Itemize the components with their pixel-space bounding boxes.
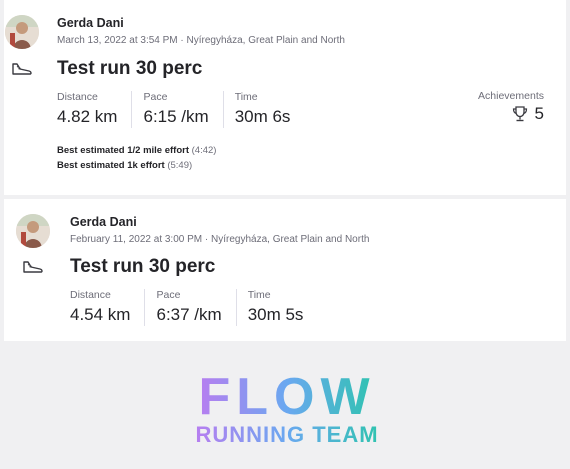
- running-shoe-icon: [12, 63, 32, 75]
- athlete-name[interactable]: Gerda Dani: [70, 215, 137, 229]
- stat-value: 4.54 km: [70, 305, 131, 324]
- stat-label: Time: [234, 91, 258, 103]
- stat-value: 30m 5s: [247, 305, 304, 324]
- achievements-count: 5: [534, 104, 544, 123]
- flow-running-team-logo: FLOW RUNNING TEAM: [195, 370, 378, 447]
- stat-distance: Distance 4.82 km: [57, 91, 131, 128]
- stat-label: Time: [247, 289, 271, 301]
- stat-pace: Pace 6:37 /km: [144, 289, 235, 326]
- running-shoe-icon: [23, 261, 43, 273]
- best-effort-value: (4:42): [191, 145, 217, 156]
- activity-meta: February 11, 2022 at 3:00 PM · Nyíregyhá…: [70, 234, 370, 245]
- stat-label: Distance: [70, 289, 111, 301]
- stat-label: Pace: [156, 289, 181, 301]
- stat-time: Time 30m 6s: [222, 91, 305, 128]
- stat-label: Distance: [57, 91, 98, 103]
- stat-value: 6:37 /km: [156, 305, 222, 324]
- best-effort[interactable]: Best estimated 1/2 mile effort (4:42): [57, 145, 216, 156]
- stat-label: Pace: [143, 91, 168, 103]
- logo-line1: FLOW: [198, 370, 375, 426]
- activity-stats: Distance 4.54 km Pace 6:37 /km Time 30m …: [70, 289, 317, 326]
- achievements[interactable]: Achievements 5: [478, 90, 544, 124]
- activity-title[interactable]: Test run 30 perc: [57, 58, 202, 80]
- best-effort-label: Best estimated 1/2 mile effort: [57, 145, 189, 156]
- athlete-name[interactable]: Gerda Dani: [57, 16, 124, 30]
- best-effort-label: Best estimated 1k effort: [57, 160, 165, 171]
- trophy-icon: [512, 106, 527, 122]
- stat-pace: Pace 6:15 /km: [131, 91, 222, 128]
- avatar[interactable]: [5, 15, 39, 49]
- activity-meta: March 13, 2022 at 3:54 PM · Nyíregyháza,…: [57, 35, 345, 46]
- logo-line2: RUNNING TEAM: [195, 422, 378, 447]
- activity-card: Gerda Dani February 11, 2022 at 3:00 PM …: [4, 199, 566, 341]
- stat-value: 6:15 /km: [143, 107, 209, 126]
- stat-value: 30m 6s: [234, 107, 291, 126]
- activity-title[interactable]: Test run 30 perc: [70, 256, 215, 278]
- stat-distance: Distance 4.54 km: [70, 289, 144, 326]
- stat-value: 4.82 km: [57, 107, 118, 126]
- achievements-label: Achievements: [478, 90, 544, 102]
- stat-time: Time 30m 5s: [235, 289, 318, 326]
- best-effort-value: (5:49): [167, 160, 193, 171]
- activity-stats: Distance 4.82 km Pace 6:15 /km Time 30m …: [57, 91, 304, 128]
- activity-card: Gerda Dani March 13, 2022 at 3:54 PM · N…: [4, 0, 566, 195]
- best-effort[interactable]: Best estimated 1k effort (5:49): [57, 160, 192, 171]
- avatar[interactable]: [16, 214, 50, 248]
